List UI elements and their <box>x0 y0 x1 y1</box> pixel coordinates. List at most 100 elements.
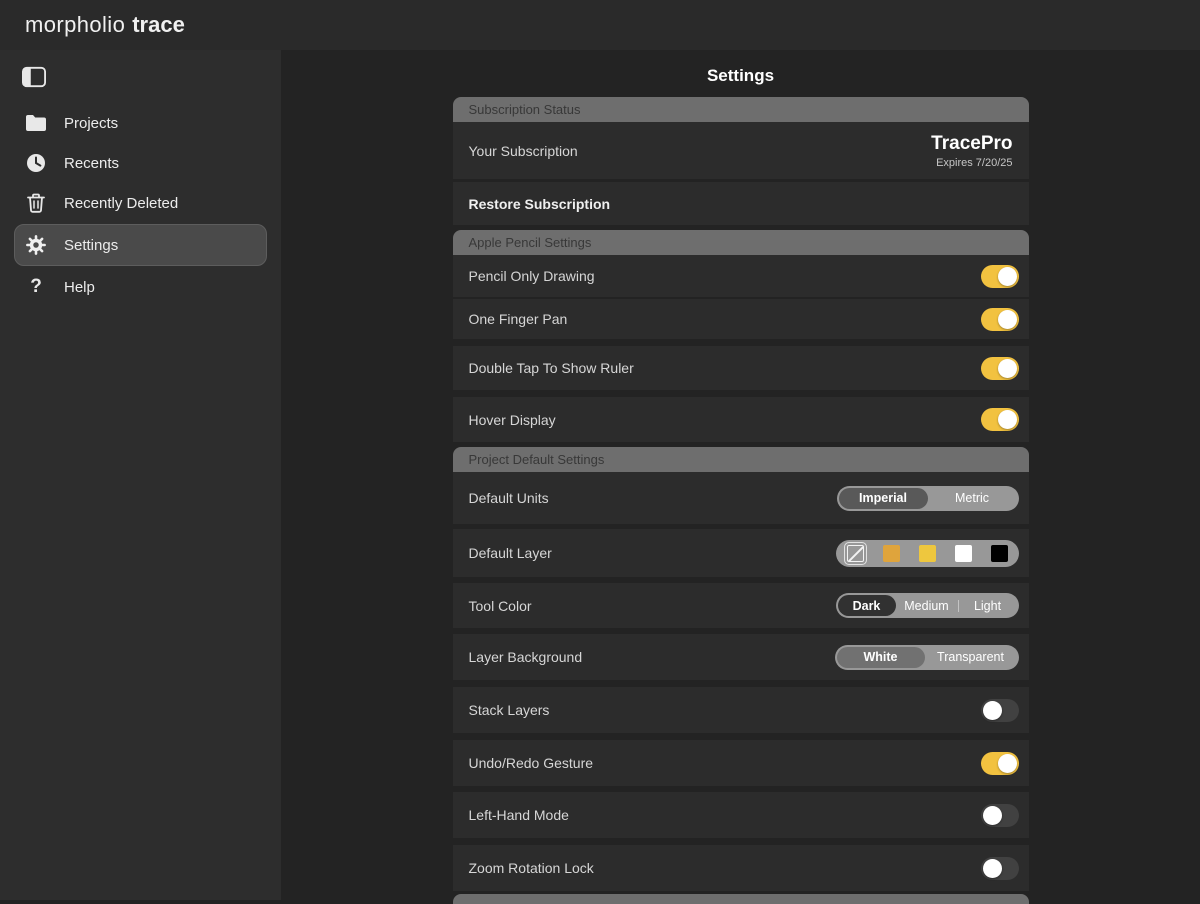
default-units-segmented: Imperial Metric <box>837 486 1019 511</box>
section-header-label: Apple Pencil Settings <box>469 235 592 250</box>
sidebar-item-label: Help <box>64 279 95 296</box>
sidebar-item-settings[interactable]: Settings <box>14 224 267 266</box>
pencil-only-drawing-row: Pencil Only Drawing <box>453 255 1029 297</box>
default-units-card: Default Units Imperial Metric <box>453 472 1029 524</box>
left-hand-card: Left-Hand Mode <box>453 792 1029 838</box>
subscription-card: Your Subscription TracePro Expires 7/20/… <box>453 122 1029 179</box>
trash-icon <box>24 193 48 213</box>
default-units-row: Default Units Imperial Metric <box>453 472 1029 524</box>
toggle-knob <box>998 359 1017 378</box>
hover-display-toggle[interactable] <box>981 408 1019 431</box>
white-swatch <box>955 545 972 562</box>
double-tap-toggle[interactable] <box>981 357 1019 380</box>
hover-display-label: Hover Display <box>469 412 556 428</box>
canary-swatch <box>919 545 936 562</box>
toggle-knob <box>983 701 1002 720</box>
segment-metric[interactable]: Metric <box>928 488 1017 509</box>
toggle-knob <box>998 754 1017 773</box>
clock-icon <box>24 153 48 173</box>
segment-white[interactable]: White <box>837 647 925 668</box>
segment-medium[interactable]: Medium <box>896 595 958 616</box>
section-header-label: Subscription Status <box>469 102 581 117</box>
left-hand-row: Left-Hand Mode <box>453 792 1029 838</box>
one-finger-pan-row: One Finger Pan <box>453 297 1029 339</box>
plan-name: TracePro <box>931 133 1012 155</box>
brand-morpholio: morpholio <box>25 12 125 38</box>
sidebar-item-recents[interactable]: Recents <box>0 143 281 183</box>
one-finger-pan-label: One Finger Pan <box>469 311 568 327</box>
brand-trace: trace <box>132 12 185 38</box>
toggle-knob <box>983 859 1002 878</box>
settings-panel: Subscription Status Your Subscription Tr… <box>453 97 1029 904</box>
sidebar-item-label: Settings <box>64 237 118 254</box>
segment-light[interactable]: Light <box>959 595 1017 616</box>
tool-color-row: Tool Color Dark Medium Light <box>453 583 1029 628</box>
sidebar-item-projects[interactable]: Projects <box>0 103 281 143</box>
stack-layers-card: Stack Layers <box>453 687 1029 733</box>
segment-transparent[interactable]: Transparent <box>925 647 1017 668</box>
sidebar-item-help[interactable]: ? Help <box>0 267 281 307</box>
tool-color-label: Tool Color <box>469 598 532 614</box>
sidebar-panel-icon <box>22 66 46 88</box>
zoom-rotation-row: Zoom Rotation Lock <box>453 845 1029 891</box>
gear-icon <box>24 234 48 256</box>
sidebar-item-label: Recently Deleted <box>64 195 178 212</box>
layer-background-segmented: White Transparent <box>835 645 1019 670</box>
segment-imperial[interactable]: Imperial <box>839 488 928 509</box>
tool-color-segmented: Dark Medium Light <box>836 593 1019 618</box>
pencil-only-drawing-toggle[interactable] <box>981 265 1019 288</box>
restore-card: Restore Subscription <box>453 182 1029 225</box>
toggle-knob <box>998 310 1017 329</box>
default-units-label: Default Units <box>469 490 549 506</box>
restore-subscription-button[interactable]: Restore Subscription <box>453 182 1029 225</box>
swatch-white[interactable] <box>952 542 975 565</box>
your-subscription-row: Your Subscription TracePro Expires 7/20/… <box>453 122 1029 179</box>
toggle-knob <box>998 267 1017 286</box>
zoom-rotation-label: Zoom Rotation Lock <box>469 860 594 876</box>
stack-layers-label: Stack Layers <box>469 702 550 718</box>
pencil-card: Pencil Only Drawing One Finger Pan <box>453 255 1029 339</box>
double-tap-row: Double Tap To Show Ruler <box>453 346 1029 390</box>
default-layer-label: Default Layer <box>469 545 552 561</box>
swatch-clear[interactable] <box>844 542 867 565</box>
plan-expiry: Expires 7/20/25 <box>931 157 1012 169</box>
default-layer-swatches <box>836 540 1019 567</box>
subscription-value: TracePro Expires 7/20/25 <box>931 133 1018 169</box>
app-logo: morpholio trace <box>25 12 185 38</box>
black-swatch <box>991 545 1008 562</box>
layer-background-row: Layer Background White Transparent <box>453 634 1029 680</box>
swatch-canary[interactable] <box>916 542 939 565</box>
swatch-gold[interactable] <box>880 542 903 565</box>
section-header-subscription-status: Subscription Status <box>453 97 1029 122</box>
folder-icon <box>24 114 48 132</box>
zoom-rotation-toggle[interactable] <box>981 857 1019 880</box>
restore-subscription-label: Restore Subscription <box>469 196 611 212</box>
your-subscription-label: Your Subscription <box>469 143 578 159</box>
tool-color-card: Tool Color Dark Medium Light <box>453 583 1029 628</box>
swatch-black[interactable] <box>988 542 1011 565</box>
stack-layers-row: Stack Layers <box>453 687 1029 733</box>
pencil-only-drawing-label: Pencil Only Drawing <box>469 268 595 284</box>
section-header-label: Project Default Settings <box>469 452 605 467</box>
settings-main: Settings Subscription Status Your Subscr… <box>281 50 1200 900</box>
sidebar-collapse-button[interactable] <box>22 63 52 91</box>
undo-redo-toggle[interactable] <box>981 752 1019 775</box>
layer-background-card: Layer Background White Transparent <box>453 634 1029 680</box>
layer-background-label: Layer Background <box>469 649 583 665</box>
one-finger-pan-toggle[interactable] <box>981 308 1019 331</box>
double-tap-label: Double Tap To Show Ruler <box>469 360 634 376</box>
default-layer-card: Default Layer <box>453 529 1029 577</box>
sidebar-item-recently-deleted[interactable]: Recently Deleted <box>0 183 281 223</box>
section-header-apple-pencil: Apple Pencil Settings <box>453 230 1029 255</box>
sidebar: Projects Recents Recently Deleted <box>0 50 281 900</box>
stack-layers-toggle[interactable] <box>981 699 1019 722</box>
zoom-rotation-card: Zoom Rotation Lock <box>453 845 1029 891</box>
hover-display-row: Hover Display <box>453 397 1029 442</box>
double-tap-card: Double Tap To Show Ruler <box>453 346 1029 390</box>
sidebar-item-label: Projects <box>64 115 118 132</box>
segment-dark[interactable]: Dark <box>838 595 896 616</box>
section-header-next-partial <box>453 894 1029 904</box>
left-hand-toggle[interactable] <box>981 804 1019 827</box>
default-layer-row: Default Layer <box>453 529 1029 577</box>
page-title: Settings <box>281 50 1200 97</box>
